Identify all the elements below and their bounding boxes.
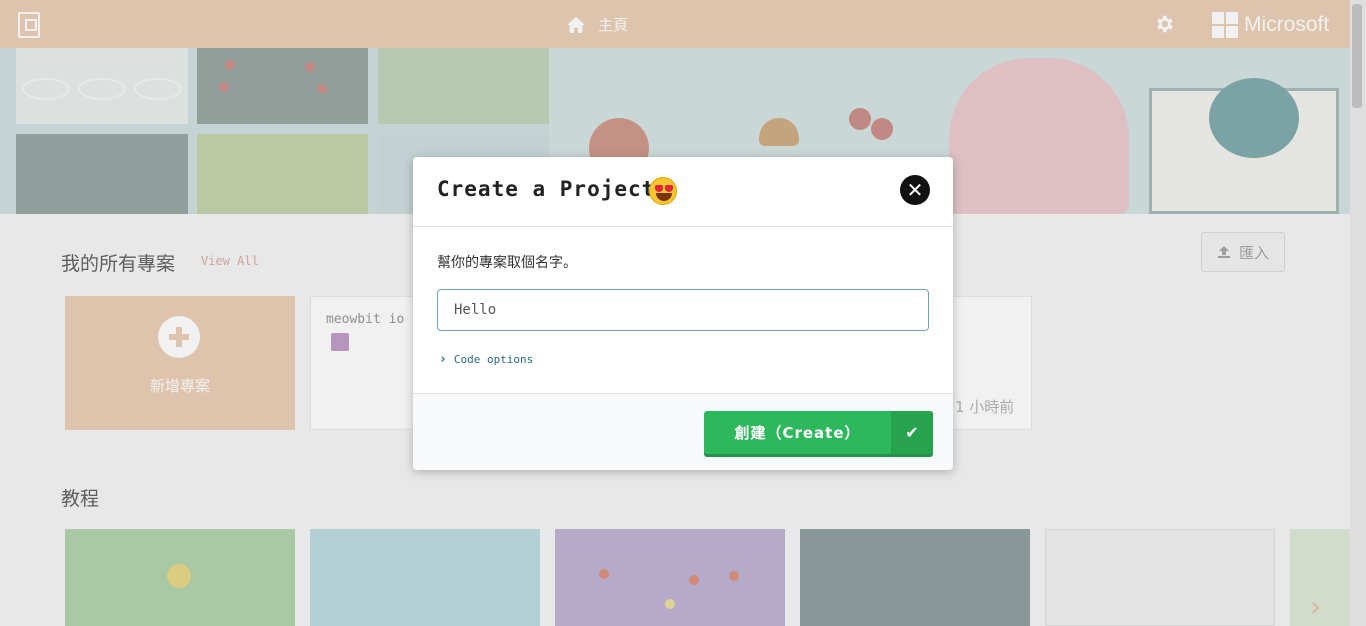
dialog-body: 幫你的專案取個名字。 › Code options: [413, 227, 953, 393]
dialog-title: Create a Project: [437, 177, 656, 201]
create-button-label: 創建（Create）: [734, 424, 861, 442]
dialog-header: Create a Project ✕: [413, 157, 953, 227]
project-name-input[interactable]: [437, 289, 929, 331]
create-project-dialog: Create a Project ✕ 幫你的專案取個名字。 › Code opt…: [413, 157, 953, 470]
code-options-label: Code options: [453, 353, 534, 366]
check-icon: ✔: [891, 411, 933, 454]
dialog-footer: 創建（Create） ✔: [413, 393, 953, 470]
create-button[interactable]: 創建（Create） ✔: [704, 411, 933, 454]
code-options-toggle[interactable]: › Code options: [439, 352, 533, 367]
star-eyes-emoji-icon: [649, 177, 677, 205]
chevron-right-icon: ›: [439, 352, 447, 367]
name-prompt: 幫你的專案取個名字。: [437, 255, 577, 271]
page: 主頁 Microsoft 我的所有專案 View All 匯入 新增專案 meo…: [0, 0, 1366, 626]
close-icon[interactable]: ✕: [900, 175, 930, 205]
